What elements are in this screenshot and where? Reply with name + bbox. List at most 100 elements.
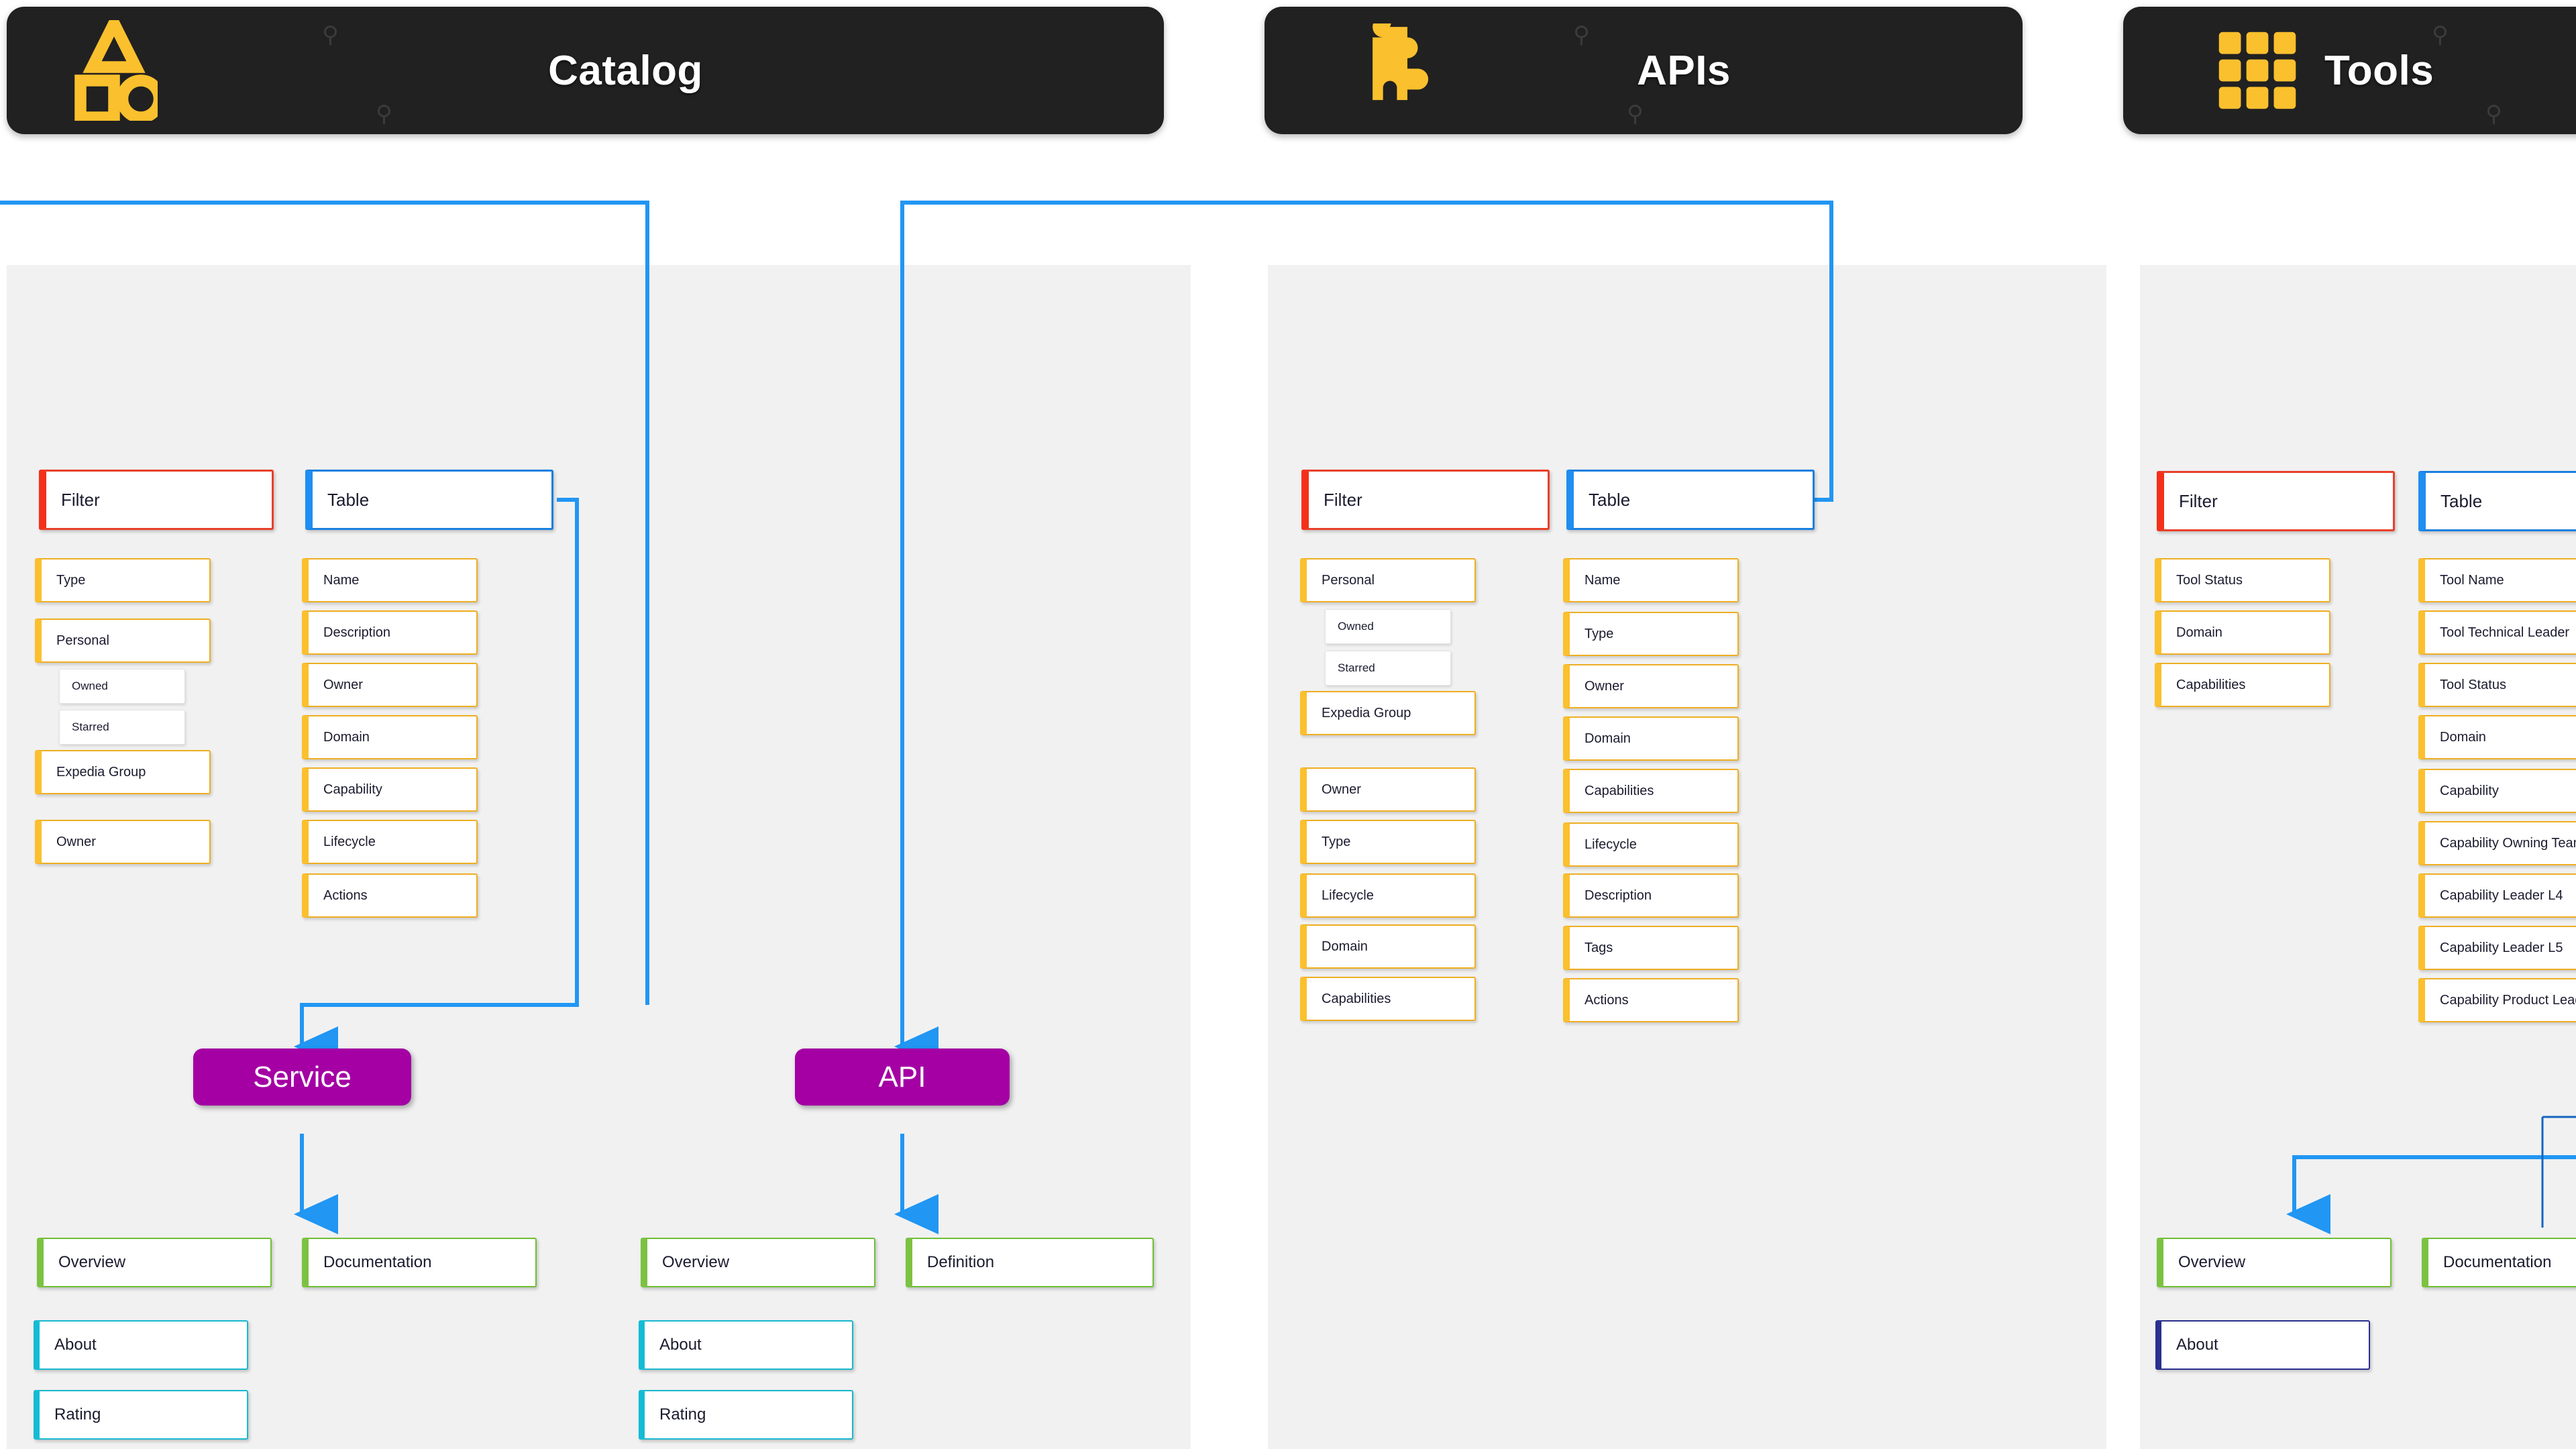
table-column-capabilities-apis[interactable]: Capabilities bbox=[1563, 769, 1739, 813]
table-column-label: Tool Name bbox=[2440, 572, 2504, 588]
table-column-description-apis[interactable]: Description bbox=[1563, 873, 1739, 918]
table-column-label: Capability bbox=[323, 782, 382, 797]
search-icon: ⚲ bbox=[1627, 101, 1644, 127]
table-column-capability-leader-l4[interactable]: Capability Leader L4 bbox=[2418, 873, 2576, 918]
search-icon: ⚲ bbox=[322, 22, 339, 48]
filter-header-catalog[interactable]: Filter bbox=[39, 470, 274, 530]
filter-item-owner-apis[interactable]: Owner bbox=[1300, 767, 1476, 812]
tab-label: Overview bbox=[2178, 1253, 2246, 1271]
header-card-catalog[interactable]: Catalog ⚲ ⚲ bbox=[7, 7, 1164, 134]
filter-item-personal-apis[interactable]: Personal bbox=[1300, 558, 1476, 602]
table-column-label: Lifecycle bbox=[323, 834, 376, 849]
filter-subitem-label: Owned bbox=[1338, 620, 1374, 633]
tab-documentation-tools[interactable]: Documentation bbox=[2422, 1238, 2576, 1287]
filter-item-label: Owner bbox=[1322, 782, 1361, 797]
table-header-label: Table bbox=[1589, 489, 1631, 510]
section-about-catalog[interactable]: About bbox=[34, 1320, 248, 1370]
filter-item-label: Personal bbox=[56, 633, 109, 648]
table-column-actions[interactable]: Actions bbox=[302, 873, 478, 918]
filter-item-lifecycle-apis[interactable]: Lifecycle bbox=[1300, 873, 1476, 918]
filter-subitem-owned-apis[interactable]: Owned bbox=[1325, 609, 1451, 644]
entity-node-label: API bbox=[878, 1060, 926, 1093]
entity-node-service[interactable]: Service bbox=[193, 1049, 411, 1106]
filter-item-personal[interactable]: Personal bbox=[35, 619, 211, 663]
table-column-label: Tool Status bbox=[2440, 677, 2506, 692]
filter-header-apis[interactable]: Filter bbox=[1301, 470, 1550, 530]
table-column-capability-product-leader[interactable]: Capability Product Leader bbox=[2418, 978, 2576, 1022]
table-column-label: Actions bbox=[323, 888, 368, 903]
table-column-owner-apis[interactable]: Owner bbox=[1563, 664, 1739, 708]
filter-item-type-apis[interactable]: Type bbox=[1300, 820, 1476, 864]
filter-item-owner[interactable]: Owner bbox=[35, 820, 211, 864]
filter-item-tool-status[interactable]: Tool Status bbox=[2155, 558, 2330, 602]
filter-item-label: Domain bbox=[2176, 625, 2222, 640]
table-header-label: Table bbox=[2440, 490, 2483, 511]
table-column-domain-tools[interactable]: Domain bbox=[2418, 715, 2576, 759]
table-column-tool-name[interactable]: Tool Name bbox=[2418, 558, 2576, 602]
table-column-label: Capability Leader L4 bbox=[2440, 888, 2563, 903]
table-header-tools[interactable]: Table bbox=[2418, 471, 2576, 531]
table-header-apis[interactable]: Table bbox=[1566, 470, 1815, 530]
table-column-capability[interactable]: Capability bbox=[302, 767, 478, 812]
header-card-apis[interactable]: APIs ⚲ ⚲ bbox=[1265, 7, 2023, 134]
section-label: About bbox=[659, 1336, 702, 1354]
tab-label: Overview bbox=[662, 1253, 730, 1271]
filter-item-expedia-group-apis[interactable]: Expedia Group bbox=[1300, 691, 1476, 735]
filter-item-label: Lifecycle bbox=[1322, 888, 1374, 903]
table-column-tool-status[interactable]: Tool Status bbox=[2418, 663, 2576, 707]
filter-item-label: Domain bbox=[1322, 938, 1368, 954]
tab-overview-catalog[interactable]: Overview bbox=[37, 1238, 272, 1287]
tab-overview-api[interactable]: Overview bbox=[641, 1238, 875, 1287]
table-column-lifecycle[interactable]: Lifecycle bbox=[302, 820, 478, 864]
section-about-api[interactable]: About bbox=[639, 1320, 853, 1370]
table-header-catalog[interactable]: Table bbox=[305, 470, 553, 530]
table-column-name-apis[interactable]: Name bbox=[1563, 558, 1739, 602]
filter-item-domain-apis[interactable]: Domain bbox=[1300, 924, 1476, 969]
filter-item-capabilities-tools[interactable]: Capabilities bbox=[2155, 663, 2330, 707]
table-column-actions-apis[interactable]: Actions bbox=[1563, 978, 1739, 1022]
filter-item-type[interactable]: Type bbox=[35, 558, 211, 602]
entity-node-api[interactable]: API bbox=[795, 1049, 1010, 1106]
table-column-capability-owning-team[interactable]: Capability Owning Team bbox=[2418, 821, 2576, 865]
filter-item-capabilities-apis[interactable]: Capabilities bbox=[1300, 977, 1476, 1021]
table-column-label: Actions bbox=[1585, 992, 1629, 1008]
filter-subitem-label: Owned bbox=[72, 680, 108, 692]
table-column-lifecycle-apis[interactable]: Lifecycle bbox=[1563, 822, 1739, 867]
section-about-tools[interactable]: About bbox=[2155, 1320, 2370, 1370]
table-column-description[interactable]: Description bbox=[302, 610, 478, 655]
filter-item-label: Expedia Group bbox=[56, 764, 146, 780]
search-icon: ⚲ bbox=[376, 101, 392, 127]
table-column-label: Domain bbox=[323, 729, 370, 745]
tab-documentation-catalog[interactable]: Documentation bbox=[302, 1238, 537, 1287]
filter-subitem-starred-apis[interactable]: Starred bbox=[1325, 651, 1451, 686]
table-column-owner[interactable]: Owner bbox=[302, 663, 478, 707]
puzzle-piece-icon bbox=[1291, 7, 1506, 134]
table-column-domain-apis[interactable]: Domain bbox=[1563, 716, 1739, 761]
table-column-domain[interactable]: Domain bbox=[302, 715, 478, 759]
filter-item-expedia-group[interactable]: Expedia Group bbox=[35, 750, 211, 794]
table-column-name[interactable]: Name bbox=[302, 558, 478, 602]
filter-item-domain-tools[interactable]: Domain bbox=[2155, 610, 2330, 655]
filter-subitem-owned[interactable]: Owned bbox=[59, 669, 185, 704]
section-rating-api[interactable]: Rating bbox=[639, 1390, 853, 1440]
table-column-type-apis[interactable]: Type bbox=[1563, 612, 1739, 656]
section-rating-catalog[interactable]: Rating bbox=[34, 1390, 248, 1440]
table-column-label: Capability Leader L5 bbox=[2440, 940, 2563, 955]
table-column-label: Capability Owning Team bbox=[2440, 835, 2576, 851]
header-card-tools[interactable]: Tools ⚲ ⚲ bbox=[2123, 7, 2576, 134]
table-column-label: Owner bbox=[323, 677, 363, 692]
table-column-label: Tags bbox=[1585, 940, 1613, 955]
filter-header-tools[interactable]: Filter bbox=[2157, 471, 2395, 531]
tab-overview-tools[interactable]: Overview bbox=[2157, 1238, 2392, 1287]
filter-header-label: Filter bbox=[1324, 489, 1362, 510]
table-column-capability-tools[interactable]: Capability bbox=[2418, 769, 2576, 813]
table-column-label: Domain bbox=[2440, 729, 2486, 745]
filter-subitem-starred[interactable]: Starred bbox=[59, 710, 185, 745]
table-column-capability-leader-l5[interactable]: Capability Leader L5 bbox=[2418, 926, 2576, 970]
filter-subitem-label: Starred bbox=[72, 720, 109, 733]
table-column-tool-technical-leader[interactable]: Tool Technical Leader bbox=[2418, 610, 2576, 655]
tab-label: Documentation bbox=[2443, 1253, 2552, 1271]
table-column-tags-apis[interactable]: Tags bbox=[1563, 926, 1739, 970]
table-column-label: Tool Technical Leader bbox=[2440, 625, 2570, 640]
tab-definition-api[interactable]: Definition bbox=[906, 1238, 1154, 1287]
